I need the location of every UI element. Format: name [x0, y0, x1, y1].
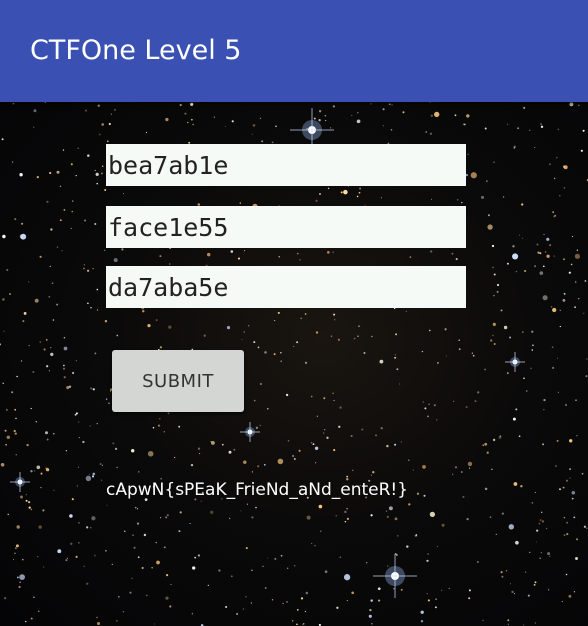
app-screen: CTFOne Level 5 SUBMIT cApwN{sPEaK_FrieNd…	[0, 0, 588, 626]
code-field-3[interactable]	[106, 266, 466, 308]
app-title: CTFOne Level 5	[30, 35, 242, 66]
flag-text: cApwN{sPEaK_FrieNd_aNd_enteR!}	[106, 480, 409, 500]
code-field-2[interactable]	[106, 206, 466, 248]
code-field-1[interactable]	[106, 144, 466, 186]
submit-button[interactable]: SUBMIT	[112, 350, 244, 412]
app-bar: CTFOne Level 5	[0, 0, 588, 102]
